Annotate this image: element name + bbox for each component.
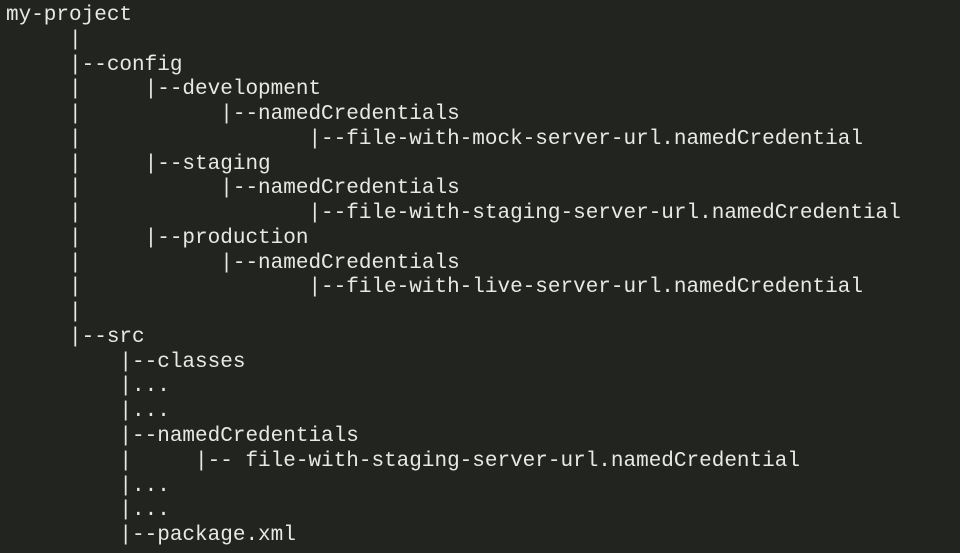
tree-line: | |--file-with-live-server-url.namedCred… — [6, 276, 863, 299]
tree-line: |... — [6, 400, 170, 423]
tree-line: | |-- file-with-staging-server-url.named… — [6, 450, 800, 473]
tree-line: | |--namedCredentials — [6, 252, 460, 275]
tree-line: | — [6, 29, 82, 52]
tree-line: | |--namedCredentials — [6, 103, 460, 126]
tree-line: |... — [6, 475, 170, 498]
tree-line: |--src — [6, 326, 145, 349]
directory-tree: my-project | |--config | |--development … — [0, 0, 960, 553]
tree-line: | |--namedCredentials — [6, 177, 460, 200]
tree-line: my-project — [6, 4, 132, 27]
tree-line: |... — [6, 499, 170, 522]
tree-line: | — [6, 301, 82, 324]
tree-line: |--namedCredentials — [6, 425, 359, 448]
tree-line: | |--file-with-mock-server-url.namedCred… — [6, 128, 863, 151]
tree-line: |--package.xml — [6, 524, 296, 547]
tree-line: |--config — [6, 54, 182, 77]
tree-line: |... — [6, 375, 170, 398]
tree-line: | |--production — [6, 227, 308, 250]
tree-line: | |--development — [6, 78, 321, 101]
tree-line: | |--staging — [6, 153, 271, 176]
tree-line: |--classes — [6, 351, 245, 374]
tree-line: | |--file-with-staging-server-url.namedC… — [6, 202, 901, 225]
